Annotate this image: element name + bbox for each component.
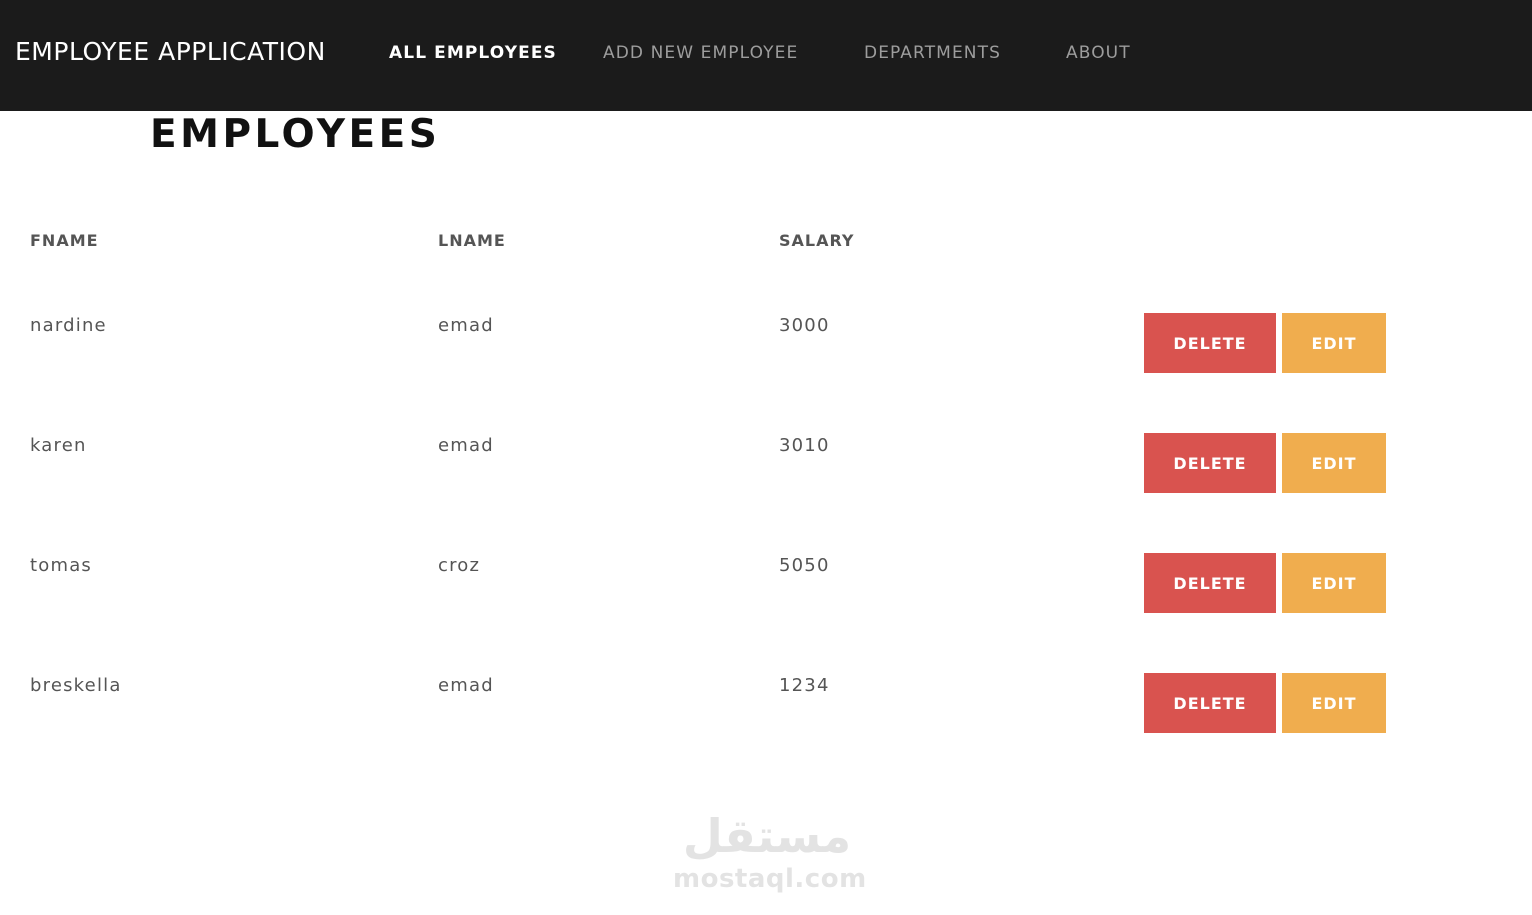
watermark: مستقل mostaql.com bbox=[673, 808, 867, 894]
cell-salary: 3000 bbox=[779, 315, 830, 336]
edit-button[interactable]: EDIT bbox=[1282, 553, 1386, 613]
table-row: karen emad 3010 DELETE EDIT bbox=[0, 433, 1532, 553]
watermark-latin: mostaql.com bbox=[673, 864, 867, 894]
delete-button[interactable]: DELETE bbox=[1144, 433, 1276, 493]
navbar: EMPLOYEE APPLICATION ALL EMPLOYEES ADD N… bbox=[0, 0, 1532, 111]
brand-link[interactable]: EMPLOYEE APPLICATION bbox=[15, 35, 326, 69]
edit-button[interactable]: EDIT bbox=[1282, 673, 1386, 733]
cell-lname: emad bbox=[438, 675, 494, 696]
cell-salary: 5050 bbox=[779, 555, 830, 576]
delete-button[interactable]: DELETE bbox=[1144, 553, 1276, 613]
table-row: tomas croz 5050 DELETE EDIT bbox=[0, 553, 1532, 673]
cell-salary: 3010 bbox=[779, 435, 830, 456]
cell-lname: croz bbox=[438, 555, 481, 576]
edit-button[interactable]: EDIT bbox=[1282, 313, 1386, 373]
nav-link-departments[interactable]: DEPARTMENTS bbox=[864, 42, 1001, 64]
cell-lname: emad bbox=[438, 315, 494, 336]
column-header-salary: SALARY bbox=[779, 231, 855, 250]
cell-salary: 1234 bbox=[779, 675, 830, 696]
watermark-arabic: مستقل bbox=[682, 809, 852, 863]
column-header-fname: FNAME bbox=[30, 231, 99, 250]
page-title: EMPLOYEES bbox=[150, 112, 441, 157]
table-row: breskella emad 1234 DELETE EDIT bbox=[0, 673, 1532, 793]
cell-fname: nardine bbox=[30, 315, 107, 336]
cell-fname: karen bbox=[30, 435, 87, 456]
nav-link-about[interactable]: ABOUT bbox=[1066, 42, 1131, 64]
delete-button[interactable]: DELETE bbox=[1144, 673, 1276, 733]
nav-link-all-employees[interactable]: ALL EMPLOYEES bbox=[389, 42, 557, 64]
cell-fname: tomas bbox=[30, 555, 93, 576]
column-header-lname: LNAME bbox=[438, 231, 506, 250]
nav-link-add-new-employee[interactable]: ADD NEW EMPLOYEE bbox=[603, 42, 798, 64]
cell-lname: emad bbox=[438, 435, 494, 456]
delete-button[interactable]: DELETE bbox=[1144, 313, 1276, 373]
cell-fname: breskella bbox=[30, 675, 122, 696]
table-row: nardine emad 3000 DELETE EDIT bbox=[0, 313, 1532, 433]
edit-button[interactable]: EDIT bbox=[1282, 433, 1386, 493]
